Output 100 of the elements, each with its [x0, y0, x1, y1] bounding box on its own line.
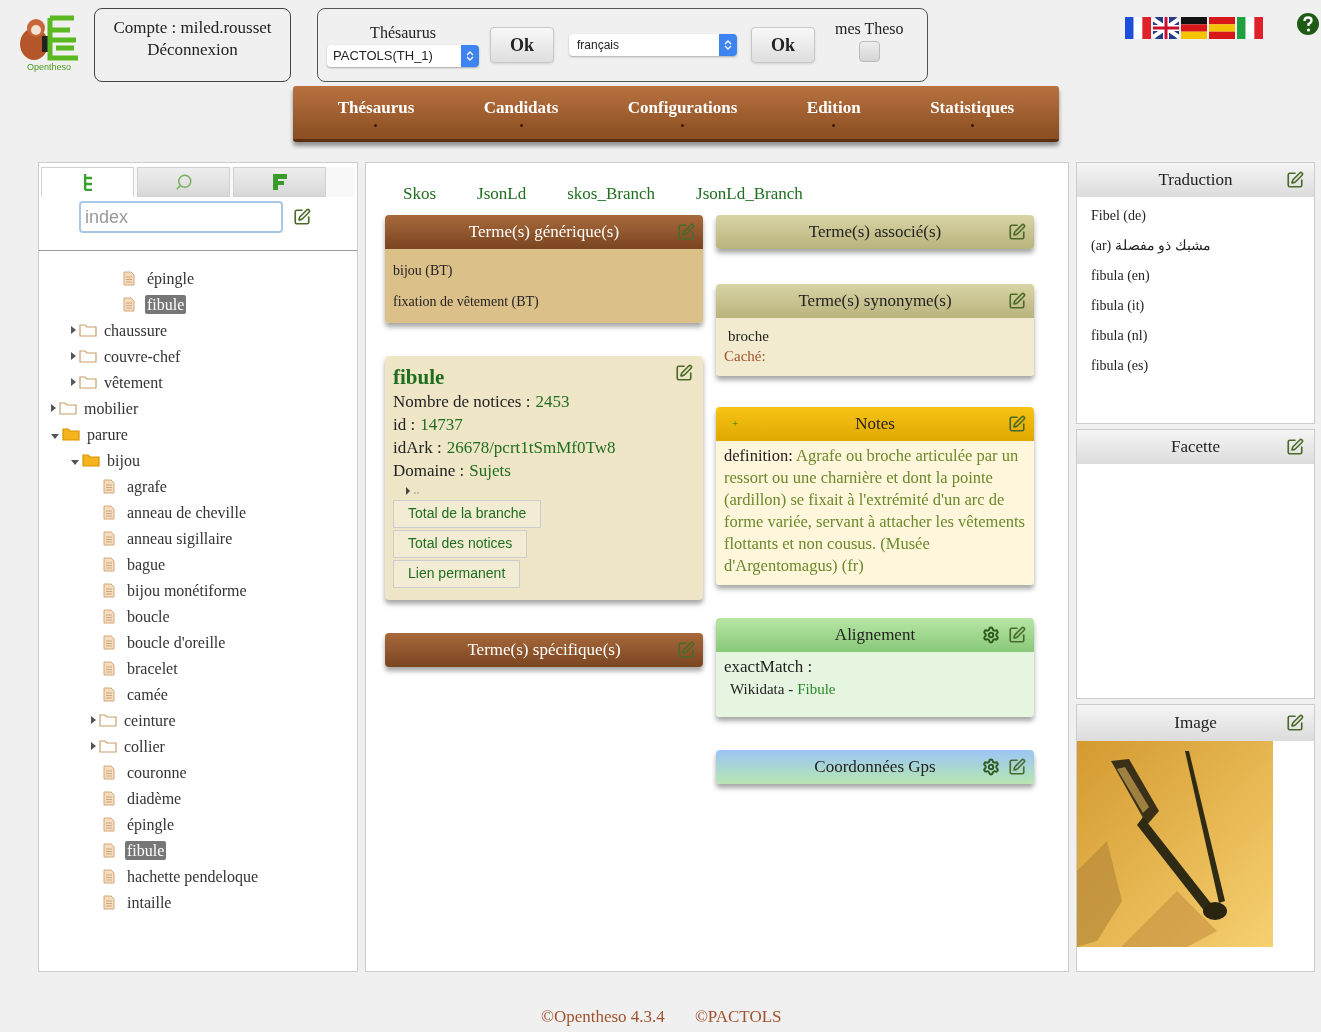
tree-item[interactable]: camée	[125, 684, 170, 704]
panel-title: Terme(s) synonyme(s)	[798, 289, 952, 312]
tree-item[interactable]: agrafe	[125, 476, 169, 496]
document-icon	[103, 660, 115, 676]
select-arrows-icon	[719, 34, 737, 56]
panel-title: Facette	[1170, 436, 1221, 459]
edit-icon[interactable]	[1008, 757, 1026, 776]
tree-item[interactable]: épingle	[125, 814, 177, 834]
field-value: 14737	[420, 413, 463, 436]
flag-icon[interactable]	[1152, 16, 1180, 40]
tree-item[interactable]: anneau de cheville	[125, 502, 249, 522]
export-link[interactable]: JsonLd_Branch	[696, 181, 803, 207]
tree-item[interactable]: épingle	[145, 268, 197, 288]
thesaurus-label: Thésaurus	[370, 23, 436, 43]
tree-item[interactable]: ceinture	[122, 710, 178, 730]
index-field[interactable]: index	[79, 201, 283, 233]
my-theso-checkbox[interactable]	[858, 40, 880, 62]
edit-icon[interactable]	[293, 208, 311, 226]
settings-icon[interactable]	[982, 757, 1000, 776]
field-value: Sujets	[469, 459, 511, 482]
tree-item[interactable]: fibule	[125, 840, 167, 860]
folder-icon	[99, 739, 117, 753]
tree-item[interactable]: intaille	[125, 892, 174, 912]
broader-term[interactable]: fixation de vêtement (BT)	[393, 285, 695, 317]
flag-icon[interactable]	[1180, 16, 1208, 40]
action-button[interactable]: Lien permanent	[393, 559, 521, 588]
tree-item[interactable]: boucle	[125, 606, 172, 626]
menu-item[interactable]: Edition	[806, 98, 861, 127]
tree-item[interactable]: bague	[125, 554, 168, 574]
tree-item[interactable]: parure	[85, 424, 130, 444]
edit-icon[interactable]	[1286, 714, 1304, 732]
panel-title: Alignement	[834, 623, 916, 646]
broader-term[interactable]: bijou (BT)	[393, 254, 695, 286]
edit-icon[interactable]	[1008, 625, 1026, 644]
folder-icon	[99, 713, 117, 727]
document-icon	[103, 478, 115, 494]
translation-item[interactable]: Fibel (de)	[1091, 201, 1300, 231]
language-select[interactable]: français	[569, 34, 737, 56]
tree-item[interactable]: diadème	[125, 788, 184, 808]
export-link[interactable]: skos_Branch	[567, 181, 656, 207]
footer-text: ©Opentheso 4.3.4	[541, 1006, 665, 1028]
tree-item[interactable]: anneau sigillaire	[125, 528, 235, 548]
export-link[interactable]: JsonLd	[477, 181, 527, 207]
menu-item[interactable]: Configurations	[627, 98, 738, 127]
edit-icon[interactable]	[1008, 414, 1026, 433]
tree-item[interactable]: vêtement	[102, 372, 165, 392]
definition-note: definition: Agrafe ou broche articulée par un ressort ou une charnière et dont la pointe (ardillon) se fixait à l'extrémité d'un arc de forme variée, servant à attacher les vêtements flottants et non cousus. (Musée d'Argentomagus) (fr)	[724, 444, 1026, 577]
flag-icon[interactable]	[1124, 16, 1152, 40]
tree-item[interactable]: couronne	[125, 762, 189, 782]
action-button[interactable]: Total de la branche	[393, 499, 542, 528]
folder-icon	[79, 375, 97, 389]
select-arrows-icon	[461, 45, 479, 67]
tree-item[interactable]: mobilier	[82, 398, 141, 418]
export-link[interactable]: Skos	[403, 181, 437, 207]
tree-icon	[82, 173, 93, 191]
tree-item[interactable]: hachette pendeloque	[125, 866, 261, 886]
tree-item[interactable]: boucle d'oreille	[125, 632, 228, 652]
panel-title: Traduction	[1158, 169, 1233, 192]
ok-button[interactable]: Ok	[490, 27, 554, 63]
document-icon	[103, 894, 115, 910]
translation-item[interactable]: fibula (es)	[1091, 351, 1300, 381]
tree-item[interactable]: bijou monétiforme	[125, 580, 249, 600]
edit-icon[interactable]	[675, 363, 693, 382]
tree-item[interactable]: collier	[122, 736, 167, 756]
action-button[interactable]: Total des notices	[393, 529, 528, 558]
translation-item[interactable]: مشبك ذو مفصلة (ar)	[1091, 231, 1300, 261]
ok-button[interactable]: Ok	[751, 27, 815, 63]
field-value: 26678/pcrt1tSmMf0Tw8	[446, 436, 616, 459]
menu-item[interactable]: Thésaurus	[337, 98, 415, 127]
document-icon	[103, 634, 115, 650]
panel-tab[interactable]	[233, 167, 326, 197]
tree-item[interactable]: bracelet	[125, 658, 180, 678]
edit-icon[interactable]	[1008, 291, 1026, 310]
document-icon	[103, 790, 115, 806]
translation-item[interactable]: fibula (nl)	[1091, 321, 1300, 351]
edit-icon[interactable]	[1008, 222, 1026, 241]
document-icon	[103, 686, 115, 702]
edit-icon[interactable]	[1286, 171, 1304, 189]
footer-text: ©PACTOLS	[694, 1006, 782, 1028]
document-icon	[103, 608, 115, 624]
field-label: Nombre de notices :	[393, 390, 531, 413]
synonym-term[interactable]: broche	[724, 325, 1026, 346]
tree-item[interactable]: fibule	[145, 294, 187, 314]
settings-icon[interactable]	[982, 625, 1000, 644]
thesaurus-select[interactable]: PACTOLS(TH_1)	[327, 45, 479, 67]
logout-link[interactable]: Déconnexion	[147, 39, 238, 61]
translation-item[interactable]: fibula (en)	[1091, 261, 1300, 291]
tree-item[interactable]: bijou	[105, 450, 142, 470]
panel-tab[interactable]	[41, 167, 134, 197]
translation-item[interactable]: fibula (it)	[1091, 291, 1300, 321]
menu-item[interactable]: Candidats	[483, 98, 559, 127]
menu-item[interactable]: Statistiques	[930, 98, 1015, 127]
facet-icon	[270, 173, 289, 191]
edit-icon[interactable]	[1286, 438, 1304, 456]
alignment-link[interactable]: Fibule	[797, 677, 836, 700]
document-icon	[123, 270, 135, 286]
tree-item[interactable]: chaussure	[102, 320, 170, 340]
tree-item[interactable]: couvre-chef	[102, 346, 183, 366]
document-icon	[103, 764, 115, 780]
help-icon[interactable]	[1296, 12, 1320, 36]
